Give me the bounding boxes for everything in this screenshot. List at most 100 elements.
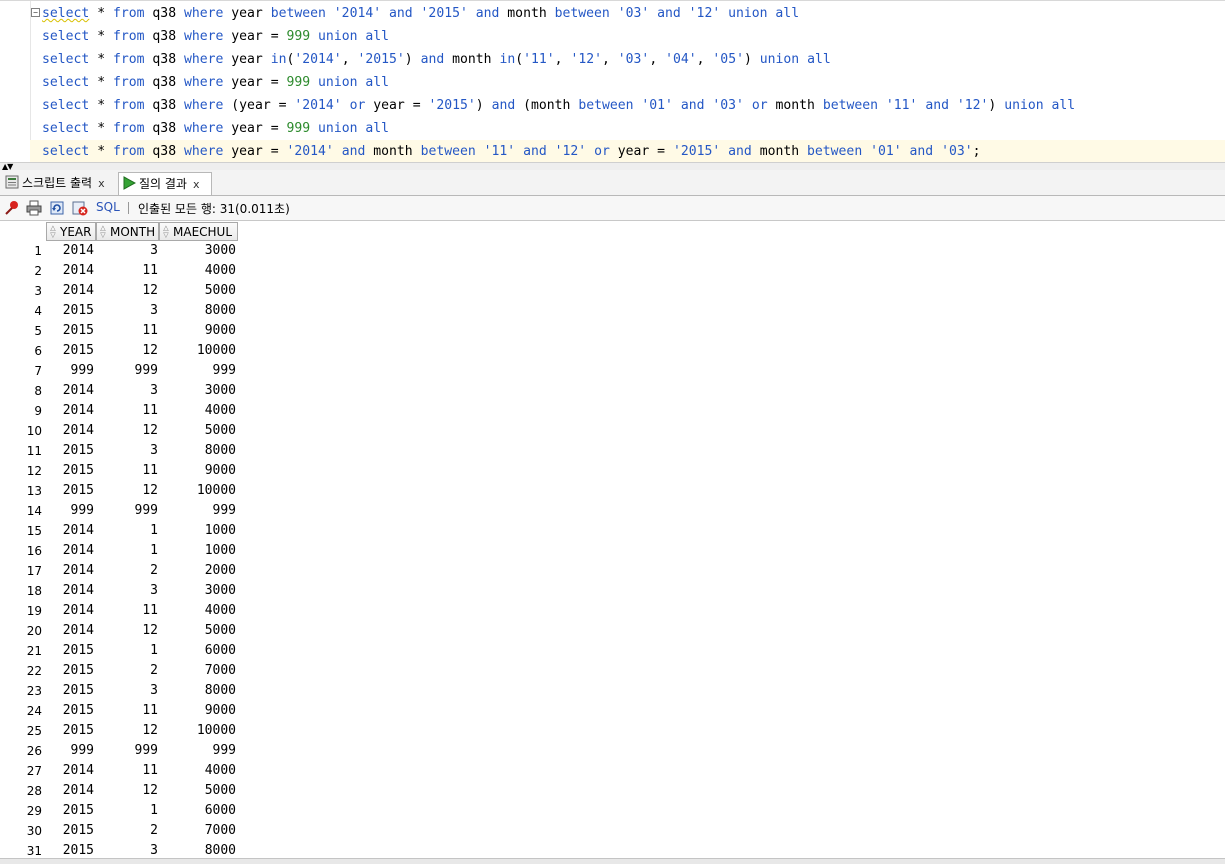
- row-number[interactable]: 14: [0, 501, 42, 521]
- table-cell[interactable]: 3000: [162, 581, 236, 601]
- table-cell[interactable]: 2015: [46, 801, 94, 821]
- table-row[interactable]: 14 999 999 999: [0, 501, 240, 521]
- column-header-maechul[interactable]: △ ▽ MAECHUL: [159, 222, 238, 241]
- row-number[interactable]: 28: [0, 781, 42, 801]
- row-number[interactable]: 2: [0, 261, 42, 281]
- row-number[interactable]: 26: [0, 741, 42, 761]
- row-number[interactable]: 12: [0, 461, 42, 481]
- row-number[interactable]: 22: [0, 661, 42, 681]
- table-cell[interactable]: 999: [162, 361, 236, 381]
- row-number[interactable]: 1: [0, 241, 42, 261]
- row-number[interactable]: 7: [0, 361, 42, 381]
- row-number[interactable]: 9: [0, 401, 42, 421]
- close-icon[interactable]: x: [193, 178, 200, 191]
- table-cell[interactable]: 11: [98, 601, 158, 621]
- table-cell[interactable]: 5000: [162, 621, 236, 641]
- table-cell[interactable]: 4000: [162, 261, 236, 281]
- row-number[interactable]: 18: [0, 581, 42, 601]
- table-row[interactable]: 5 2015 11 9000: [0, 321, 240, 341]
- row-number[interactable]: 8: [0, 381, 42, 401]
- print-icon[interactable]: [26, 200, 42, 216]
- close-icon[interactable]: x: [98, 177, 105, 190]
- table-row[interactable]: 23 2015 3 8000: [0, 681, 240, 701]
- table-cell[interactable]: 1: [98, 521, 158, 541]
- row-number[interactable]: 24: [0, 701, 42, 721]
- table-cell[interactable]: 2014: [46, 561, 94, 581]
- row-number[interactable]: 3: [0, 281, 42, 301]
- table-cell[interactable]: 10000: [162, 721, 236, 741]
- table-cell[interactable]: 2015: [46, 441, 94, 461]
- table-cell[interactable]: 2014: [46, 601, 94, 621]
- code-line[interactable]: select * from q38 where year between '20…: [42, 2, 799, 25]
- table-cell[interactable]: 2014: [46, 401, 94, 421]
- sort-icon[interactable]: △ ▽: [162, 225, 170, 239]
- row-number[interactable]: 30: [0, 821, 42, 841]
- row-number[interactable]: 5: [0, 321, 42, 341]
- table-cell[interactable]: 12: [98, 341, 158, 361]
- sql-link[interactable]: SQL: [96, 200, 120, 214]
- table-cell[interactable]: 999: [98, 501, 158, 521]
- table-cell[interactable]: 9000: [162, 701, 236, 721]
- table-cell[interactable]: 2014: [46, 581, 94, 601]
- code-line[interactable]: select * from q38 where year = 999 union…: [42, 25, 389, 48]
- table-cell[interactable]: 2: [98, 561, 158, 581]
- table-row[interactable]: 13 2015 12 10000: [0, 481, 240, 501]
- row-number[interactable]: 6: [0, 341, 42, 361]
- table-cell[interactable]: 999: [46, 501, 94, 521]
- table-cell[interactable]: 2014: [46, 281, 94, 301]
- table-cell[interactable]: 4000: [162, 401, 236, 421]
- table-cell[interactable]: 3: [98, 301, 158, 321]
- table-row[interactable]: 4 2015 3 8000: [0, 301, 240, 321]
- table-cell[interactable]: 2014: [46, 421, 94, 441]
- table-cell[interactable]: 2015: [46, 641, 94, 661]
- table-cell[interactable]: 2014: [46, 381, 94, 401]
- table-cell[interactable]: 2014: [46, 241, 94, 261]
- table-row[interactable]: 17 2014 2 2000: [0, 561, 240, 581]
- row-number[interactable]: 15: [0, 521, 42, 541]
- row-number[interactable]: 23: [0, 681, 42, 701]
- table-row[interactable]: 3 2014 12 5000: [0, 281, 240, 301]
- table-cell[interactable]: 2015: [46, 681, 94, 701]
- table-cell[interactable]: 10000: [162, 481, 236, 501]
- table-row[interactable]: 11 2015 3 8000: [0, 441, 240, 461]
- table-cell[interactable]: 999: [162, 501, 236, 521]
- table-row[interactable]: 2 2014 11 4000: [0, 261, 240, 281]
- table-cell[interactable]: 999: [98, 741, 158, 761]
- table-cell[interactable]: 2015: [46, 481, 94, 501]
- table-cell[interactable]: 4000: [162, 601, 236, 621]
- code-line[interactable]: select * from q38 where year = '2014' an…: [30, 140, 1225, 163]
- pin-icon[interactable]: [4, 200, 20, 216]
- row-number[interactable]: 4: [0, 301, 42, 321]
- table-cell[interactable]: 11: [98, 261, 158, 281]
- table-cell[interactable]: 6000: [162, 641, 236, 661]
- row-number[interactable]: 20: [0, 621, 42, 641]
- fold-toggle-icon[interactable]: −: [31, 8, 40, 17]
- table-cell[interactable]: 3: [98, 681, 158, 701]
- table-cell[interactable]: 2015: [46, 721, 94, 741]
- row-number[interactable]: 21: [0, 641, 42, 661]
- sort-icon[interactable]: △ ▽: [49, 225, 57, 239]
- table-cell[interactable]: 1: [98, 641, 158, 661]
- row-number[interactable]: 25: [0, 721, 42, 741]
- table-cell[interactable]: 2014: [46, 781, 94, 801]
- table-row[interactable]: 24 2015 11 9000: [0, 701, 240, 721]
- table-cell[interactable]: 12: [98, 621, 158, 641]
- table-row[interactable]: 7 999 999 999: [0, 361, 240, 381]
- table-row[interactable]: 22 2015 2 7000: [0, 661, 240, 681]
- table-cell[interactable]: 3: [98, 581, 158, 601]
- table-cell[interactable]: 9000: [162, 461, 236, 481]
- column-header-month[interactable]: △ ▽ MONTH: [96, 222, 159, 241]
- table-cell[interactable]: 8000: [162, 301, 236, 321]
- table-cell[interactable]: 2: [98, 821, 158, 841]
- table-cell[interactable]: 12: [98, 421, 158, 441]
- refresh-icon[interactable]: [49, 200, 65, 216]
- row-number[interactable]: 19: [0, 601, 42, 621]
- table-cell[interactable]: 3000: [162, 381, 236, 401]
- table-cell[interactable]: 6000: [162, 801, 236, 821]
- table-cell[interactable]: 2014: [46, 541, 94, 561]
- table-cell[interactable]: 12: [98, 781, 158, 801]
- table-row[interactable]: 29 2015 1 6000: [0, 801, 240, 821]
- tab-query-result[interactable]: 질의 결과 x: [118, 172, 212, 195]
- row-number[interactable]: 13: [0, 481, 42, 501]
- table-cell[interactable]: 999: [46, 361, 94, 381]
